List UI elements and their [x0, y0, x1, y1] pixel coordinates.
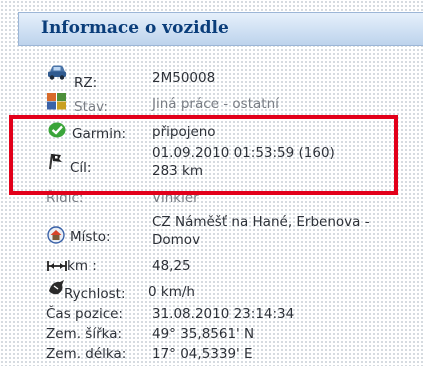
status-people-icon [47, 93, 66, 110]
cas-pozice-label: Čas pozice: [46, 306, 123, 322]
stav-label: Stav: [74, 99, 108, 115]
zem-sirka-label: Zem. šířka: [46, 326, 123, 342]
check-badge-icon [48, 122, 66, 138]
misto-value-line1: CZ Náměšť na Hané, Erbenova - [152, 214, 370, 230]
target-flag-icon [49, 153, 62, 170]
zem-sirka-value: 49° 35,8561' N [152, 326, 255, 342]
misto-label: Místo: [70, 229, 111, 245]
cil-label: Cíl: [70, 160, 92, 176]
zem-delka-value: 17° 04,5339' E [152, 346, 253, 362]
garmin-label: Garmin: [72, 126, 127, 142]
home-icon [47, 226, 65, 244]
zem-delka-label: Zem. délka: [46, 346, 127, 362]
stav-value: Jiná práce - ostatní [152, 96, 279, 112]
km-value: 48,25 [152, 258, 191, 274]
rychlost-label: Rychlost: [64, 286, 126, 302]
km-label: km : [67, 258, 97, 274]
distance-arrows-icon [47, 261, 67, 271]
panel-title: Informace o vozidle [41, 18, 229, 38]
cas-pozice-value: 31.08.2010 23:14:34 [152, 306, 295, 322]
panel-header: Informace o vozidle [18, 12, 423, 46]
misto-value-line2: Domov [152, 232, 201, 248]
rz-value: 2M50008 [152, 70, 216, 86]
rz-label: RZ: [74, 75, 98, 91]
garmin-value: připojeno [152, 124, 216, 140]
ridic-label: Řidič: [46, 190, 84, 206]
car-icon [48, 65, 66, 80]
cil-value-line1: 01.09.2010 01:53:59 (160) [152, 145, 335, 161]
vehicle-info-panel: Informace o vozidle RZ: 2M50008 Stav: Ji… [0, 0, 423, 366]
ridic-value: Vinkler [152, 190, 199, 206]
rychlost-value: 0 km/h [148, 284, 195, 300]
cil-value-line2: 283 km [152, 163, 204, 179]
